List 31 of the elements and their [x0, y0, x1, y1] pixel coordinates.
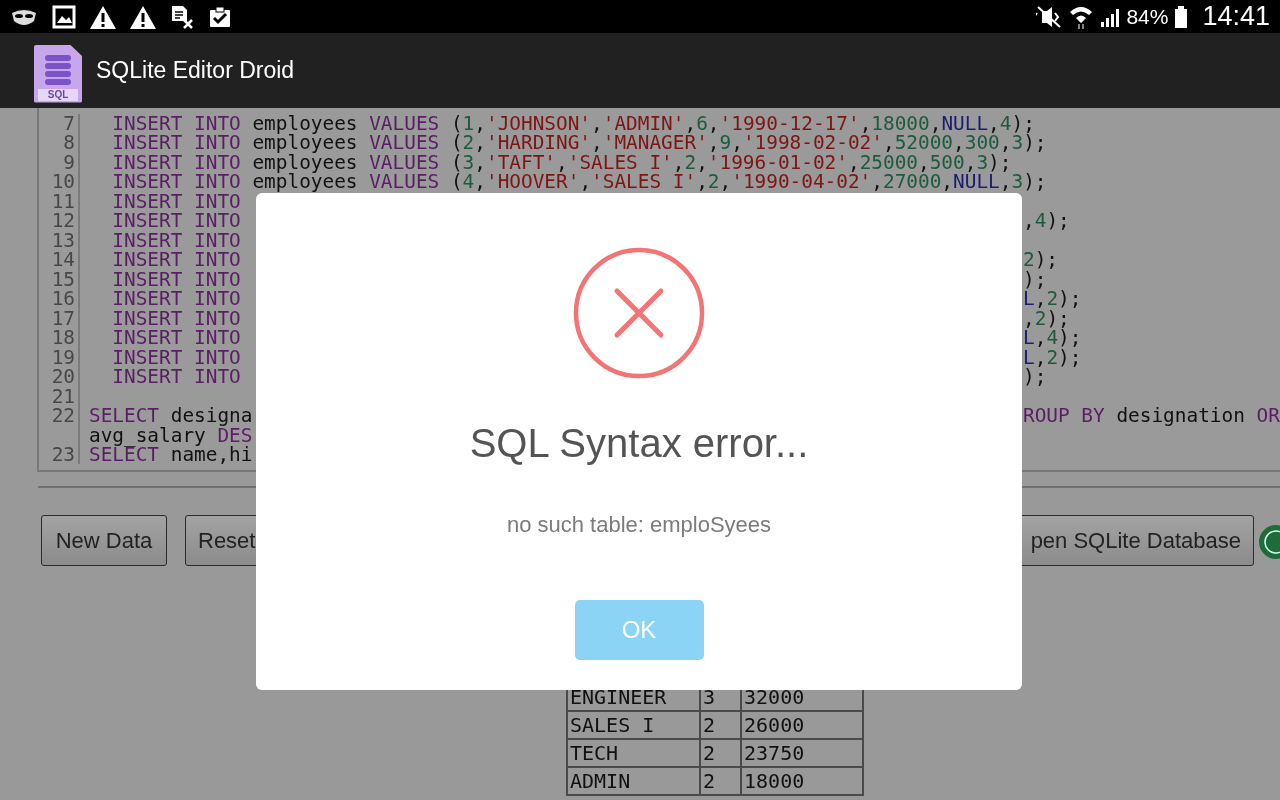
database-icon [45, 54, 71, 85]
app-icon-label: SQL [38, 88, 78, 101]
table-cell: ADMIN [567, 767, 700, 795]
table-cell: 18000 [741, 767, 863, 795]
table-cell: 23750 [741, 739, 863, 767]
app-title: SQLite Editor Droid [96, 57, 295, 84]
warning-icon [90, 4, 116, 29]
muted-speaker-icon [1036, 4, 1063, 29]
dialog-message: no such table: emploSyees [506, 512, 772, 538]
line-number: 23 [51, 442, 75, 466]
code-line: ROUP BY designation OR [1023, 404, 1280, 428]
table-cell: 2 [699, 739, 741, 767]
code-line: ,4); [1023, 209, 1070, 233]
table-cell: 2 [699, 711, 741, 739]
clipboard-check-icon [208, 4, 232, 29]
table-cell: TECH [567, 739, 700, 767]
code-line: 2); [1023, 248, 1059, 272]
table-cell: SALES I [567, 711, 700, 739]
table-cell: 2 [699, 767, 741, 795]
code-line: INSERT INTO employees VALUES (1,'JOHNSON','ADMIN',6,'1990-12-17',18000,NULL,4); [111, 112, 1035, 135]
document-x-icon [170, 4, 194, 29]
table-cell: 26000 [741, 711, 863, 739]
battery-icon [1174, 5, 1189, 28]
image-icon [52, 4, 76, 29]
battery-percent: 84% [1126, 4, 1169, 29]
code-line: SELECT designa [89, 404, 253, 428]
warning-icon [130, 4, 156, 29]
dialog-title: SQL Syntax error... [469, 420, 809, 467]
action-button[interactable]: New Data [41, 515, 167, 566]
error-icon [572, 246, 706, 380]
clock: 14:41 [1202, 1, 1270, 32]
